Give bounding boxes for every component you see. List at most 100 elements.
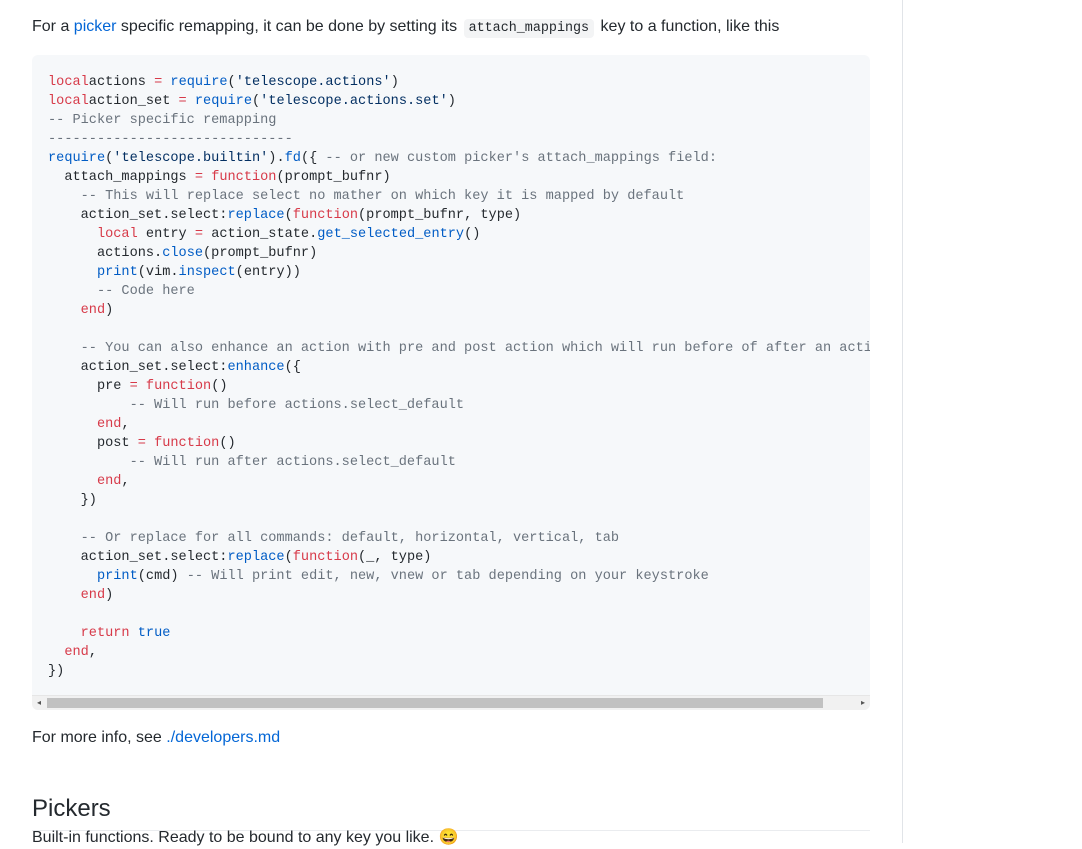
code-token: local <box>96 227 138 242</box>
code-line: -- You can also enhance an action with p… <box>48 339 870 358</box>
code-token: function <box>145 379 212 394</box>
code-line: }) <box>48 662 870 681</box>
code-token: -- Or replace for all commands: default,… <box>80 531 620 546</box>
intro-paragraph: For a picker specific remapping, it can … <box>32 16 779 40</box>
code-token: = <box>194 170 204 185</box>
code-token: require <box>170 75 228 90</box>
code-line: }) <box>48 491 870 510</box>
code-token: 'telescope.builtin' <box>113 151 269 166</box>
code-token: actions <box>88 75 155 90</box>
code-token: ( <box>284 550 293 565</box>
code-block[interactable]: localactions = require('telescope.action… <box>32 55 870 710</box>
code-token: ({ <box>284 360 301 375</box>
code-token: inspect <box>178 265 236 280</box>
intro-middle: specific remapping, it can be done by se… <box>116 18 462 35</box>
code-token: function <box>292 550 359 565</box>
code-line: -- Will run before actions.select_defaul… <box>48 396 870 415</box>
code-token: action_set <box>88 94 179 109</box>
code-token: require <box>48 151 106 166</box>
code-token: ). <box>268 151 285 166</box>
more-info-paragraph: For more info, see ./developers.md <box>32 727 280 749</box>
code-token: -- Will run after actions.select_default <box>129 455 456 470</box>
code-line: attach_mappings = function(prompt_bufnr) <box>48 168 870 187</box>
code-token: }) <box>48 664 65 679</box>
code-token: enhance <box>227 360 285 375</box>
code-line: print(cmd) -- Will print edit, new, vnew… <box>48 567 870 586</box>
code-token: ( <box>227 75 236 90</box>
more-info-prefix: For more info, see <box>32 729 167 746</box>
developers-link[interactable]: ./developers.md <box>166 729 280 746</box>
code-token: () <box>211 379 228 394</box>
code-token: }) <box>48 493 97 508</box>
intro-prefix: For a <box>32 18 74 35</box>
code-line: require('telescope.builtin').fd({ -- or … <box>48 149 870 168</box>
code-token: end <box>64 645 89 660</box>
code-token: = <box>178 94 187 109</box>
code-line: -- Code here <box>48 282 870 301</box>
code-token: 'telescope.actions' <box>235 75 391 90</box>
scrollbar-thumb[interactable] <box>47 698 823 708</box>
code-token: (_, type) <box>358 550 432 565</box>
attach-mappings-code: attach_mappings <box>463 19 595 38</box>
code-line: actions.close(prompt_bufnr) <box>48 244 870 263</box>
code-token: , <box>121 474 130 489</box>
code-token: (vim. <box>137 265 179 280</box>
intro-suffix: key to a function, like this <box>596 18 780 35</box>
code-token: -- You can also enhance an action with p… <box>80 341 870 356</box>
code-line: ------------------------------ <box>48 130 870 149</box>
code-token: true <box>137 626 171 641</box>
code-token: = <box>154 75 163 90</box>
code-token: -- Picker specific remapping <box>48 113 277 128</box>
scroll-right-icon[interactable]: ▸ <box>856 696 870 710</box>
code-token: require <box>194 94 252 109</box>
code-line: action_set.select:replace(function(_, ty… <box>48 548 870 567</box>
code-line: localaction_set = require('telescope.act… <box>48 92 870 111</box>
code-token: print <box>96 265 138 280</box>
code-line: post = function() <box>48 434 870 453</box>
code-token: ( <box>251 94 261 109</box>
code-token: end <box>80 588 106 603</box>
code-line: end, <box>48 472 870 491</box>
code-token: (cmd) <box>137 569 187 584</box>
code-token: pre <box>48 379 130 394</box>
code-token: -- or new custom picker's attach_mapping… <box>325 151 717 166</box>
code-line: end, <box>48 643 870 662</box>
code-line: -- This will replace select no mather on… <box>48 187 870 206</box>
code-token: close <box>162 246 204 261</box>
code-token: = <box>129 379 138 394</box>
code-token: end <box>96 417 122 432</box>
code-line: pre = function() <box>48 377 870 396</box>
code-token: ( <box>284 208 293 223</box>
code-token: ) <box>447 94 456 109</box>
code-token: function <box>292 208 359 223</box>
code-line: end, <box>48 415 870 434</box>
code-token: get_selected_entry <box>317 227 465 242</box>
scroll-left-icon[interactable]: ◂ <box>32 696 46 710</box>
code-token: (prompt_bufnr) <box>203 246 318 261</box>
code-token: = <box>194 227 204 242</box>
code-token: action_set.select: <box>48 550 228 565</box>
code-token: replace <box>227 208 285 223</box>
code-token: ({ <box>300 151 326 166</box>
sidebar-divider <box>902 0 903 843</box>
picker-link[interactable]: picker <box>74 18 117 35</box>
code-token: action_state. <box>203 227 318 242</box>
horizontal-scrollbar[interactable]: ◂ ▸ <box>32 695 870 710</box>
code-token: end <box>80 303 106 318</box>
code-token: local <box>48 94 89 109</box>
code-token: = <box>137 436 146 451</box>
code-token: action_set.select: <box>48 208 228 223</box>
code-token: entry <box>137 227 195 242</box>
code-token: action_set.select: <box>48 360 228 375</box>
